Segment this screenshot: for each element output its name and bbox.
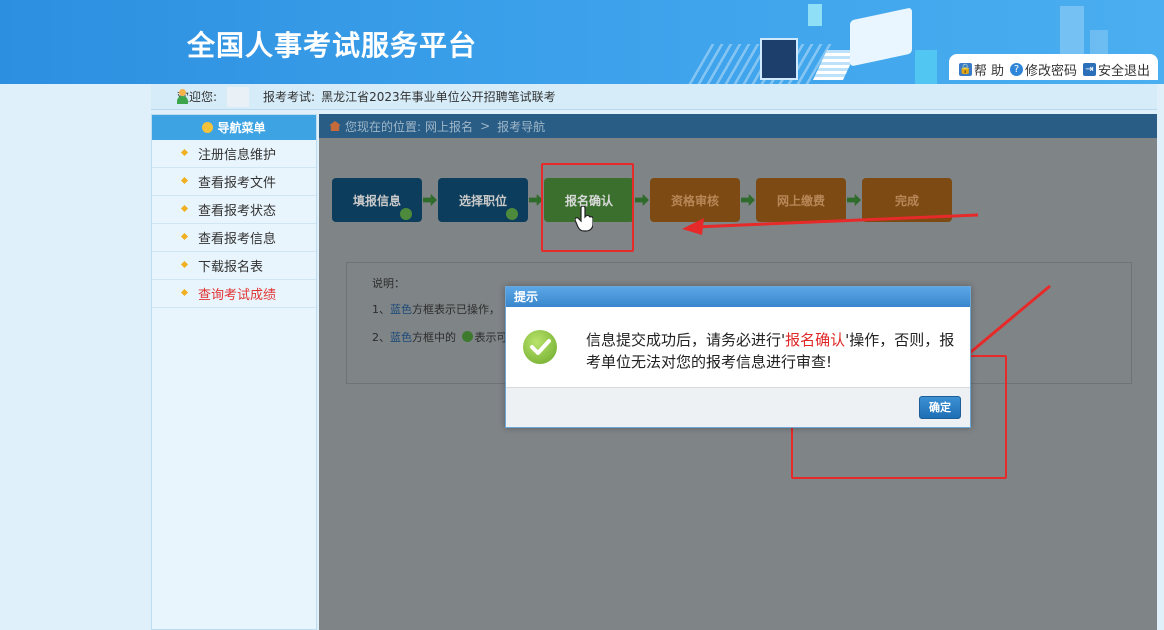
check-icon [461,331,473,342]
breadcrumb-separator: > [480,119,491,133]
question-icon: ? [1009,62,1023,76]
info-bar: 欢迎您: 报考考试: 黑龙江省2023年事业单位公开招聘笔试联考 [151,84,1157,110]
sidebar-item-label: 查询考试成绩 [198,288,277,303]
banner-decoration [850,7,912,67]
explanation-title: 说明： [372,277,405,290]
sidebar-item-label: 查看报考文件 [198,176,277,191]
breadcrumb-item[interactable]: 网上报名 [425,118,473,135]
sidebar-item-registration-info[interactable]: 注册信息维护 [152,140,316,168]
sidebar-item-application-status[interactable]: 查看报考状态 [152,196,316,224]
exam-name: 黑龙江省2023年事业单位公开招聘笔试联考 [321,90,556,104]
annotation-arrow-icon [682,213,979,235]
check-icon [400,208,412,220]
dialog-title: 提示 [506,287,970,307]
step-select-position[interactable]: 选择职位 [438,178,528,222]
banner-decoration [915,50,937,84]
line-text: 表示可 [474,331,508,344]
sidebar: 导航菜单 注册信息维护 查看报考文件 查看报考状态 查看报考信息 下载报名表 查… [151,114,317,630]
banner-decoration [808,4,822,26]
logout-label: 安全退出 [1097,63,1150,79]
bullet-icon [180,148,189,157]
line-number: 2、 [372,331,390,344]
success-check-icon [523,330,557,364]
breadcrumb-item: 报考导航 [497,119,546,134]
bullet-icon [180,232,189,241]
line-text: 方框表示已操作， [412,303,500,316]
home-icon [329,121,341,131]
ok-button[interactable]: 确定 [919,396,961,419]
message-text: 信息提交成功后，请务必进行' [586,331,786,349]
dialog-body: 信息提交成功后，请务必进行'报名确认'操作，否则，报考单位无法对您的报考信息进行… [506,308,970,386]
exam-label: 报考考试: [263,90,316,104]
bullet-icon [180,176,189,185]
explanation-line-2: 2、蓝色方框中的 表示可 [372,329,508,345]
blue-keyword: 蓝色 [390,331,412,344]
bullet-icon [180,260,189,269]
sidebar-item-label: 查看报考信息 [198,232,277,247]
user-icon [176,89,189,104]
change-password-link[interactable]: ? 修改密码 [1009,58,1077,80]
blue-keyword: 蓝色 [390,303,412,316]
step-label: 选择职位 [458,193,507,208]
sidebar-item-application-info[interactable]: 查看报考信息 [152,224,316,252]
message-emphasis: 报名确认 [785,331,846,349]
sidebar-item-exam-scores[interactable]: 查询考试成绩 [152,280,316,308]
sidebar-item-label: 下载报名表 [198,260,264,275]
hand-cursor-icon [575,206,593,232]
check-icon [506,208,518,220]
sidebar-item-download-form[interactable]: 下载报名表 [152,252,316,280]
exit-icon: ⇥ [1082,62,1096,76]
bullet-icon [180,204,189,213]
line-text: 方框中的 [412,331,456,344]
lock-icon: 🔒 [958,62,972,76]
chevron-down-icon [202,122,214,133]
alert-dialog: 提示 信息提交成功后，请务必进行'报名确认'操作，否则，报考单位无法对您的报考信… [505,286,971,428]
bullet-icon [180,288,189,297]
help-link[interactable]: 🔒 帮 助 [958,58,1004,80]
change-password-label: 修改密码 [1024,63,1077,79]
arrow-right-icon [635,194,649,206]
user-name-blurred [227,86,250,107]
sidebar-item-label: 查看报考状态 [198,204,277,219]
header-links: 🔒 帮 助 ? 修改密码 ⇥ 安全退出 [948,54,1158,80]
step-fill-info[interactable]: 填报信息 [332,178,422,222]
breadcrumb-prefix: 您现在的位置: [345,119,422,134]
explanation-line-1: 1、蓝色方框表示已操作， [372,301,500,317]
dialog-footer: 确定 [506,387,970,427]
header-banner: 全国人事考试服务平台 🔒 帮 助 ? 修改密码 ⇥ 安全退出 [0,0,1164,84]
logout-link[interactable]: ⇥ 安全退出 [1082,58,1150,80]
sidebar-header: 导航菜单 [152,115,316,140]
line-number: 1、 [372,303,390,316]
sidebar-item-label: 注册信息维护 [198,148,277,163]
dialog-message: 信息提交成功后，请务必进行'报名确认'操作，否则，报考单位无法对您的报考信息进行… [586,329,956,373]
sidebar-title: 导航菜单 [217,121,266,135]
banner-decoration [1060,6,1084,58]
site-title: 全国人事考试服务平台 [187,29,478,62]
breadcrumb: 您现在的位置: 网上报名 > 报考导航 [319,114,1157,138]
step-label: 填报信息 [352,193,401,208]
banner-decoration [760,38,798,80]
sidebar-item-exam-documents[interactable]: 查看报考文件 [152,168,316,196]
help-label: 帮 助 [973,63,1004,79]
arrow-right-icon [423,194,437,206]
